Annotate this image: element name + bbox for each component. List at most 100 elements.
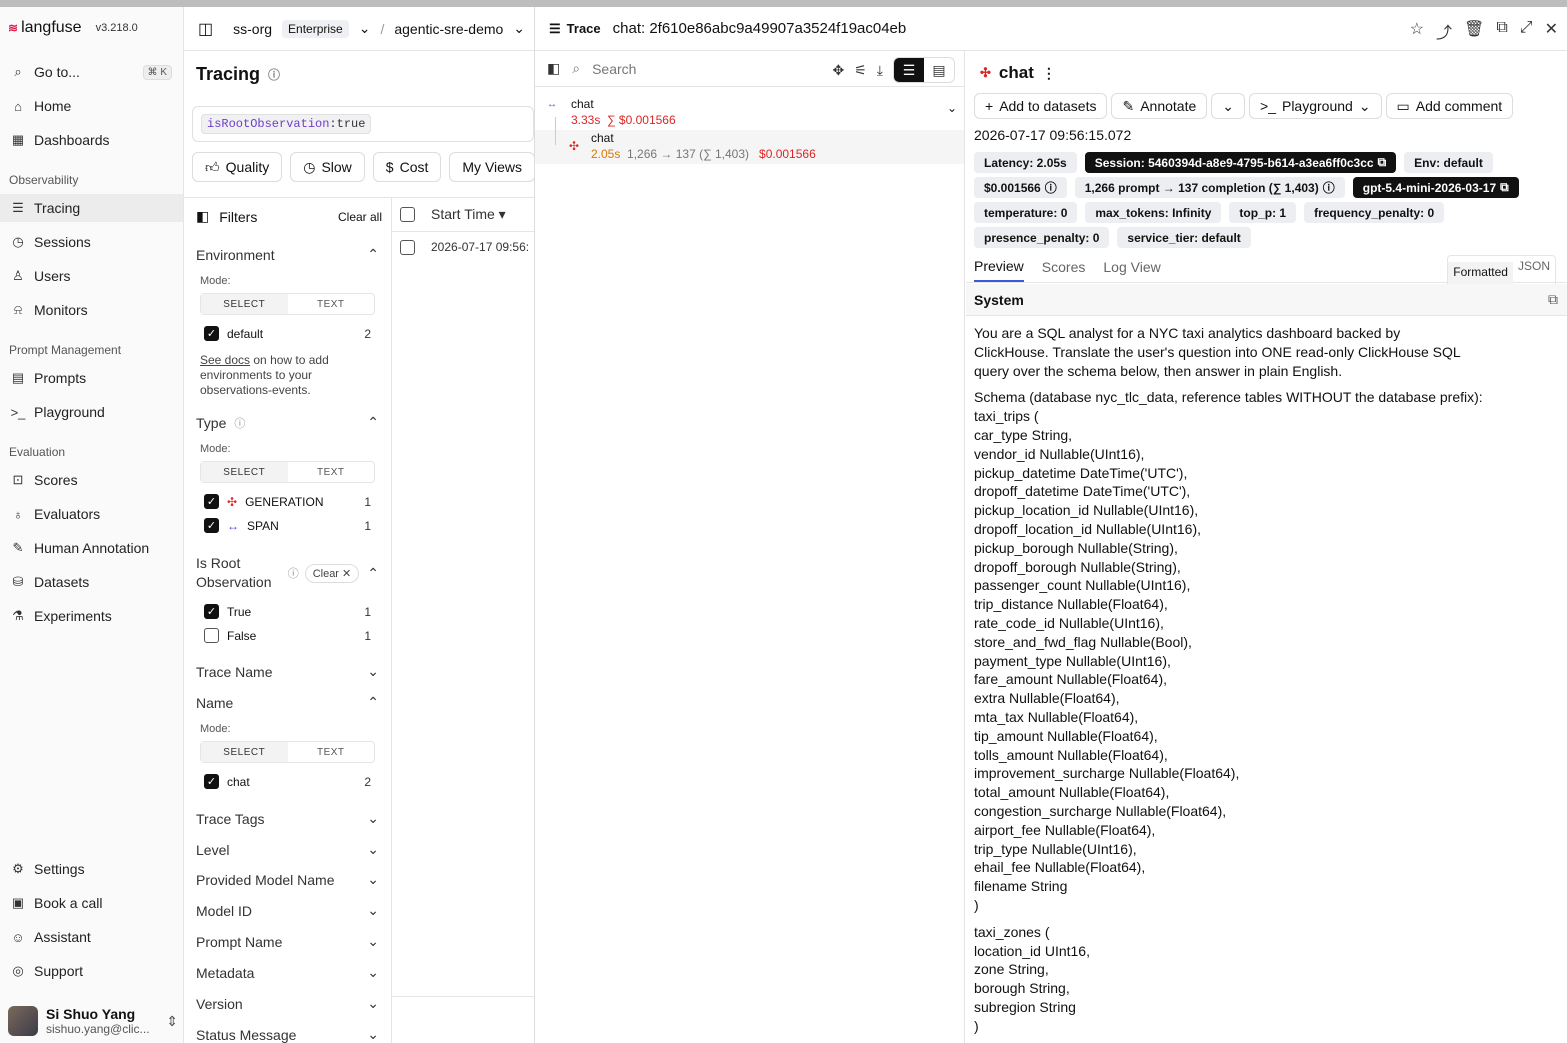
- sidebar-item-users[interactable]: ♙ Users: [8, 262, 178, 290]
- sidebar-item-dashboards[interactable]: ▦ Dashboards: [8, 126, 178, 154]
- download-icon[interactable]: ⤓: [877, 62, 883, 79]
- checkbox[interactable]: [204, 628, 219, 643]
- sidebar-item-datasets[interactable]: ⛁ Datasets: [8, 568, 178, 596]
- chevron-down-icon[interactable]: ⌄: [947, 101, 957, 115]
- add-to-datasets-button[interactable]: + Add to datasets: [974, 93, 1108, 119]
- app-logo[interactable]: ≋ langfuse v3.218.0: [8, 19, 138, 37]
- filter-version[interactable]: Version ⌄: [196, 995, 379, 1012]
- filter-provided-model[interactable]: Provided Model Name ⌄: [196, 871, 379, 888]
- chevron-down-icon[interactable]: ⌄: [359, 20, 371, 37]
- expand-icon[interactable]: ⤢: [1520, 19, 1533, 43]
- sidebar-item-human-annotation[interactable]: ✎ Human Annotation: [8, 534, 178, 562]
- query-filter-input[interactable]: isRootObservation:true: [192, 106, 534, 142]
- user-menu[interactable]: Si Shuo Yang sishuo.yang@clic... ⇕: [8, 1003, 178, 1039]
- option-chat[interactable]: ✓ chat 2: [204, 774, 371, 789]
- format-json[interactable]: JSON: [1513, 256, 1555, 287]
- filter-level[interactable]: Level ⌄: [196, 841, 379, 858]
- mode-select[interactable]: SELECT: [201, 742, 288, 762]
- option-false[interactable]: False 1: [204, 628, 371, 643]
- sidebar-item-book-call[interactable]: ▣ Book a call: [8, 889, 178, 917]
- model-badge[interactable]: gpt-5.4-mini-2026-03-17 ⧉: [1352, 177, 1519, 198]
- tab-log-view[interactable]: Log View: [1103, 259, 1160, 275]
- filter-metadata[interactable]: Metadata ⌄: [196, 964, 379, 981]
- filter-is-root[interactable]: Is Root Observation ⓘ Clear ✕ ⌃: [196, 554, 379, 592]
- option-true[interactable]: ✓ True 1: [204, 604, 371, 619]
- star-icon[interactable]: ☆: [1410, 19, 1424, 43]
- sidebar-item-prompts[interactable]: ▤ Prompts: [8, 364, 178, 392]
- mode-select[interactable]: SELECT: [201, 462, 288, 482]
- tree-view-icon[interactable]: ☰: [894, 58, 924, 82]
- focus-icon[interactable]: ✥: [833, 62, 845, 79]
- tab-scores[interactable]: Scores: [1042, 259, 1086, 275]
- share-icon[interactable]: ⤴: [1436, 19, 1452, 43]
- checkbox[interactable]: ✓: [204, 774, 219, 789]
- mode-text[interactable]: TEXT: [288, 462, 375, 482]
- external-link-icon[interactable]: ⧉: [1496, 19, 1507, 43]
- sidebar-toggle-icon[interactable]: ◫: [198, 19, 213, 39]
- add-comment-button[interactable]: ▭ Add comment: [1385, 93, 1514, 119]
- filter-trace-name[interactable]: Trace Name ⌄: [196, 663, 379, 680]
- mode-text[interactable]: TEXT: [288, 294, 375, 314]
- tree-node-root[interactable]: ↔ chat 3.33s ∑ $0.001566 ⌄: [547, 97, 957, 127]
- session-badge[interactable]: Session: 5460394d-a8e9-4795-b614-a3ea6ff…: [1084, 152, 1397, 173]
- mode-toggle[interactable]: SELECT TEXT: [200, 293, 375, 315]
- info-icon[interactable]: ⓘ: [268, 66, 280, 83]
- timeline-view-icon[interactable]: ▤: [924, 58, 954, 82]
- filter-model-id[interactable]: Model ID ⌄: [196, 902, 379, 919]
- copy-icon[interactable]: ⧉: [1548, 291, 1558, 308]
- clear-all-button[interactable]: Clear all: [338, 210, 382, 224]
- panel-icon[interactable]: ◧: [196, 208, 209, 225]
- tab-preview[interactable]: Preview: [974, 258, 1024, 282]
- checkbox[interactable]: ✓: [204, 494, 219, 509]
- annotate-dropdown[interactable]: ⌄: [1211, 93, 1246, 119]
- my-views-button[interactable]: My Views: [449, 152, 536, 182]
- filter-type[interactable]: Type ⓘ ⌃: [196, 414, 379, 431]
- checkbox[interactable]: ✓: [204, 604, 219, 619]
- mode-toggle[interactable]: SELECT TEXT: [200, 461, 375, 483]
- sidebar-item-settings[interactable]: ⚙ Settings: [8, 855, 178, 883]
- sidebar-item-sessions[interactable]: ◷ Sessions: [8, 228, 178, 256]
- close-icon[interactable]: ✕: [1545, 19, 1558, 43]
- sidebar-item-goto[interactable]: ⌕ Go to... ⌘ K: [8, 58, 178, 86]
- column-start-time[interactable]: Start Time ▾: [431, 206, 506, 223]
- sidebar-item-evaluators[interactable]: ♁ Evaluators: [8, 500, 178, 528]
- filter-trace-tags[interactable]: Trace Tags ⌄: [196, 810, 379, 827]
- row-checkbox[interactable]: [400, 239, 415, 255]
- sidebar-item-home[interactable]: ⌂ Home: [8, 92, 178, 120]
- clear-chip[interactable]: Clear ✕: [304, 563, 360, 583]
- playground-button[interactable]: >_ Playground ⌄: [1249, 93, 1382, 119]
- more-vertical-icon[interactable]: ⋮: [1042, 65, 1056, 82]
- sidebar-item-support[interactable]: ◎ Support: [8, 957, 178, 985]
- sidebar-item-playground[interactable]: >_ Playground: [8, 398, 178, 426]
- option-generation[interactable]: ✓ ✣ GENERATION 1: [204, 494, 371, 509]
- chevron-down-icon[interactable]: ⌄: [513, 20, 525, 37]
- filter-name[interactable]: Name ⌃: [196, 694, 379, 711]
- table-row[interactable]: 2026-07-17 09:56:: [392, 232, 534, 262]
- sidebar-item-monitors[interactable]: ⍾ Monitors: [8, 296, 178, 324]
- view-toggle[interactable]: ☰ ▤: [893, 57, 955, 83]
- sidebar-item-experiments[interactable]: ⚗ Experiments: [8, 602, 178, 630]
- query-chip[interactable]: isRootObservation:true: [201, 114, 372, 134]
- sidebar-item-assistant[interactable]: ☺ Assistant: [8, 923, 178, 951]
- quality-button[interactable]: 👍︎ Quality: [192, 152, 283, 182]
- tree-search-input[interactable]: Search: [592, 61, 636, 77]
- annotate-button[interactable]: ✎ Annotate: [1111, 93, 1208, 119]
- see-docs-link[interactable]: See docs: [200, 353, 250, 367]
- settings-sliders-icon[interactable]: ⚟: [854, 62, 867, 79]
- mode-toggle[interactable]: SELECT TEXT: [200, 741, 375, 763]
- filter-status-message[interactable]: Status Message ⌄: [196, 1026, 379, 1043]
- checkbox[interactable]: ✓: [204, 326, 219, 341]
- select-all-checkbox[interactable]: [400, 207, 415, 222]
- checkbox[interactable]: ✓: [204, 518, 219, 533]
- trash-icon[interactable]: 🗑︎: [1464, 19, 1484, 43]
- option-span[interactable]: ✓ ↔ SPAN 1: [204, 518, 371, 533]
- sidebar-item-tracing[interactable]: ☰ Tracing: [0, 194, 183, 222]
- option-default[interactable]: ✓ default 2: [204, 326, 371, 341]
- tree-node-child[interactable]: ✣ chat 2.05s 1,266 → 137 (∑ 1,403) $0.00…: [569, 131, 959, 161]
- filter-prompt-name[interactable]: Prompt Name ⌄: [196, 933, 379, 950]
- panel-left-icon[interactable]: ◧: [547, 60, 560, 77]
- org-name[interactable]: ss-org: [233, 21, 272, 37]
- slow-button[interactable]: ◷ Slow: [290, 152, 365, 182]
- mode-text[interactable]: TEXT: [288, 742, 375, 762]
- sidebar-item-scores[interactable]: ⊡ Scores: [8, 466, 178, 494]
